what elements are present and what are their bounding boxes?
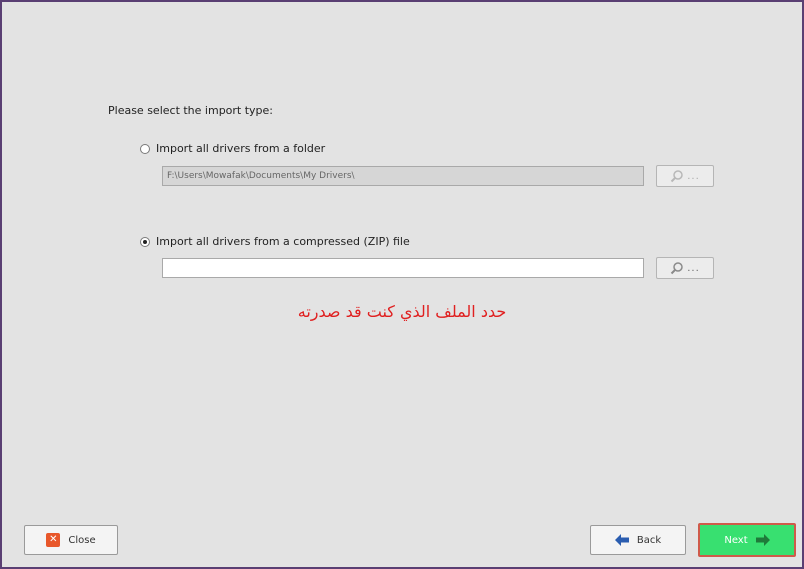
zip-radio[interactable] xyxy=(140,236,150,247)
zip-option[interactable]: Import all drivers from a compressed (ZI… xyxy=(140,235,410,248)
folder-option[interactable]: Import all drivers from a folder xyxy=(140,142,325,155)
magnifier-icon xyxy=(671,170,683,183)
next-button-label: Next xyxy=(724,534,748,546)
arrow-right-icon xyxy=(755,534,770,546)
folder-option-label[interactable]: Import all drivers from a folder xyxy=(156,142,325,155)
back-button-label: Back xyxy=(636,534,662,546)
back-button[interactable]: Back xyxy=(590,525,686,555)
next-button[interactable]: Next xyxy=(698,523,796,557)
browse-folder-button: ... xyxy=(656,165,714,187)
import-type-heading: Please select the import type: xyxy=(108,104,274,117)
close-button-label: Close xyxy=(68,534,96,546)
browse-zip-dots: ... xyxy=(687,262,700,274)
folder-path-field xyxy=(162,166,644,186)
close-button[interactable]: ✕ Close xyxy=(24,525,118,555)
import-drivers-dialog: Please select the import type: Import al… xyxy=(0,0,804,569)
close-icon: ✕ xyxy=(46,533,61,547)
zip-option-label[interactable]: Import all drivers from a compressed (ZI… xyxy=(156,235,410,248)
zip-path-field[interactable] xyxy=(162,258,644,278)
magnifier-icon xyxy=(671,262,683,275)
arrow-left-icon xyxy=(614,534,629,546)
browse-zip-button[interactable]: ... xyxy=(656,257,714,279)
arabic-annotation: حدد الملف الذي كنت قد صدرته xyxy=(297,302,507,321)
browse-folder-dots: ... xyxy=(687,170,700,182)
folder-radio[interactable] xyxy=(140,143,150,154)
